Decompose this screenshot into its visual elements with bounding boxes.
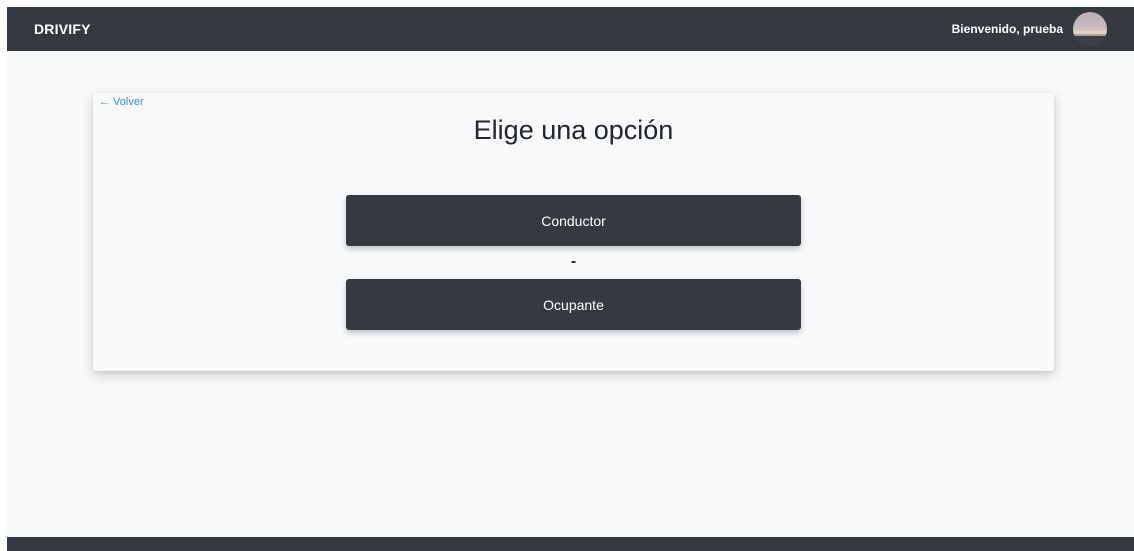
- back-link[interactable]: ← Volver: [99, 96, 144, 108]
- brand-logo-link[interactable]: DRIVIFY: [34, 21, 91, 37]
- avatar-horizon: [1073, 31, 1107, 34]
- ocupante-button[interactable]: Ocupante: [346, 279, 801, 330]
- avatar-ground: [1073, 36, 1107, 46]
- welcome-text: Bienvenido, prueba: [951, 22, 1063, 36]
- page-title: Elige una opción: [473, 115, 674, 145]
- option-card: ← Volver Elige una opción Conductor - Oc…: [93, 93, 1054, 371]
- app-area: DRIVIFY Bienvenido, prueba ← Volver Elig…: [7, 7, 1134, 551]
- avatar[interactable]: [1073, 12, 1107, 46]
- conductor-button[interactable]: Conductor: [346, 195, 801, 246]
- navbar: DRIVIFY Bienvenido, prueba: [7, 7, 1134, 51]
- user-area: Bienvenido, prueba: [952, 12, 1107, 46]
- footer: [7, 537, 1134, 551]
- option-separator: -: [570, 253, 577, 270]
- page: DRIVIFY Bienvenido, prueba ← Volver Elig…: [0, 0, 1134, 551]
